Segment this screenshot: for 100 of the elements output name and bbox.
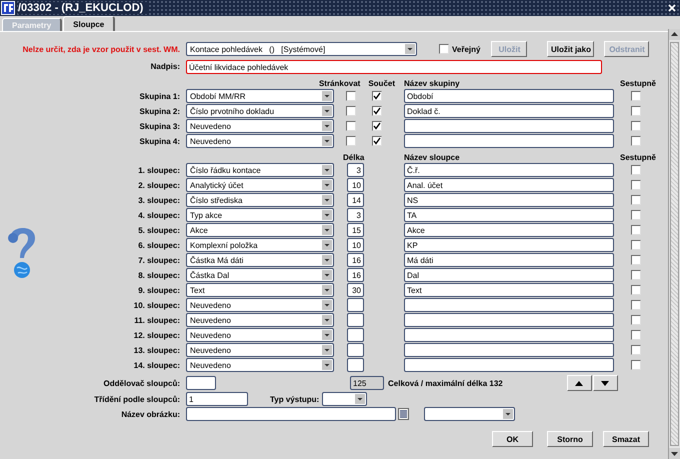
- dropdown[interactable]: Částka Dal: [186, 268, 334, 282]
- checkbox[interactable]: [372, 91, 382, 101]
- text-field[interactable]: Akce: [404, 223, 614, 237]
- checkbox[interactable]: [346, 91, 356, 101]
- field-label: 4. sloupec:: [138, 210, 181, 220]
- text-field[interactable]: Období: [404, 89, 614, 103]
- scroll-up-icon[interactable]: [669, 29, 680, 40]
- text-field[interactable]: TA: [404, 208, 614, 222]
- dropdown[interactable]: Období MM/RR: [186, 89, 334, 103]
- dropdown[interactable]: Neuvedeno: [186, 343, 334, 357]
- text-field[interactable]: KP: [404, 238, 614, 252]
- dropdown[interactable]: [322, 392, 368, 406]
- checkbox[interactable]: [631, 345, 641, 355]
- checkbox[interactable]: [631, 136, 641, 146]
- window-title: /03302 - (RJ_EKUCLOD): [18, 2, 148, 14]
- dropdown[interactable]: Akce: [186, 223, 334, 237]
- checkbox[interactable]: [439, 44, 449, 54]
- dropdown[interactable]: Kontace pohledávek () [Systémové]: [186, 42, 417, 56]
- checkbox[interactable]: [631, 255, 641, 265]
- dropdown[interactable]: Neuvedeno: [186, 134, 334, 148]
- length-field[interactable]: 10: [347, 238, 364, 252]
- dialog-button[interactable]: Smazat: [603, 431, 649, 447]
- dropdown[interactable]: Neuvedeno: [186, 358, 334, 372]
- text-field[interactable]: [404, 313, 614, 327]
- checkbox[interactable]: [631, 165, 641, 175]
- text-field[interactable]: [404, 298, 614, 312]
- checkbox[interactable]: [631, 106, 641, 116]
- dropdown[interactable]: Neuvedeno: [186, 298, 334, 312]
- dropdown[interactable]: Číslo řádku kontace: [186, 163, 334, 177]
- checkbox[interactable]: [631, 180, 641, 190]
- length-field[interactable]: [347, 298, 364, 312]
- checkbox[interactable]: [631, 360, 641, 370]
- checkbox[interactable]: [631, 270, 641, 280]
- length-field[interactable]: [347, 313, 364, 327]
- dropdown[interactable]: Typ akce: [186, 208, 334, 222]
- move-down-button[interactable]: [592, 375, 618, 391]
- dropdown[interactable]: Komplexní položka: [186, 238, 334, 252]
- text-field[interactable]: NS: [404, 193, 614, 207]
- dialog-button[interactable]: OK: [492, 431, 533, 447]
- text-field[interactable]: Anal. účet: [404, 178, 614, 192]
- checkbox[interactable]: [631, 121, 641, 131]
- column-heading: Součet: [368, 79, 395, 88]
- text-field[interactable]: [404, 343, 614, 357]
- length-field[interactable]: 30: [347, 283, 364, 297]
- checkbox[interactable]: [631, 240, 641, 250]
- sort-field[interactable]: 1: [186, 392, 248, 406]
- list-icon[interactable]: [398, 408, 409, 420]
- checkbox[interactable]: [372, 121, 382, 131]
- checkbox[interactable]: [631, 330, 641, 340]
- dropdown[interactable]: Číslo střediska: [186, 193, 334, 207]
- length-field[interactable]: 16: [347, 253, 364, 267]
- checkbox[interactable]: [631, 315, 641, 325]
- separator-field[interactable]: [186, 376, 216, 390]
- dropdown[interactable]: [424, 407, 515, 421]
- text-field[interactable]: [404, 328, 614, 342]
- checkbox[interactable]: [631, 91, 641, 101]
- text-field[interactable]: Č.ř.: [404, 163, 614, 177]
- scrollbar[interactable]: [668, 29, 680, 459]
- tab[interactable]: Sloupce: [63, 16, 116, 31]
- length-field[interactable]: 3: [347, 163, 364, 177]
- checkbox[interactable]: [631, 225, 641, 235]
- dropdown[interactable]: Neuvedeno: [186, 313, 334, 327]
- text-field[interactable]: Text: [404, 283, 614, 297]
- length-field[interactable]: [347, 358, 364, 372]
- dialog-button[interactable]: Storno: [547, 431, 593, 447]
- text-field[interactable]: Doklad č.: [404, 104, 614, 118]
- text-field[interactable]: [404, 134, 614, 148]
- text-field[interactable]: Dal: [404, 268, 614, 282]
- text-field[interactable]: [404, 119, 614, 133]
- checkbox[interactable]: [372, 136, 382, 146]
- template-button[interactable]: Uložit jako: [547, 41, 594, 57]
- length-field[interactable]: 10: [347, 178, 364, 192]
- text-field[interactable]: [404, 358, 614, 372]
- dropdown[interactable]: Analytický účet: [186, 178, 334, 192]
- dropdown[interactable]: Text: [186, 283, 334, 297]
- length-field[interactable]: [347, 328, 364, 342]
- dropdown[interactable]: Číslo prvotního dokladu: [186, 104, 334, 118]
- dropdown[interactable]: Částka Má dáti: [186, 253, 334, 267]
- move-up-button[interactable]: [566, 375, 592, 391]
- checkbox[interactable]: [631, 210, 641, 220]
- checkbox[interactable]: [631, 195, 641, 205]
- length-field[interactable]: 14: [347, 193, 364, 207]
- checkbox[interactable]: [346, 106, 356, 116]
- text-field[interactable]: Má dáti: [404, 253, 614, 267]
- dropdown[interactable]: Neuvedeno: [186, 328, 334, 342]
- length-field[interactable]: 15: [347, 223, 364, 237]
- length-field[interactable]: [347, 343, 364, 357]
- dropdown[interactable]: Neuvedeno: [186, 119, 334, 133]
- caret-icon: [322, 345, 332, 355]
- close-icon[interactable]: [668, 4, 676, 12]
- length-field[interactable]: 3: [347, 208, 364, 222]
- scroll-down-icon[interactable]: [669, 448, 680, 459]
- length-field[interactable]: 16: [347, 268, 364, 282]
- checkbox[interactable]: [631, 300, 641, 310]
- checkbox[interactable]: [346, 121, 356, 131]
- checkbox[interactable]: [631, 285, 641, 295]
- heading-field[interactable]: Účetní likvidace pohledávek: [186, 60, 602, 74]
- image-name-field[interactable]: [186, 407, 396, 421]
- checkbox[interactable]: [346, 136, 356, 146]
- checkbox[interactable]: [372, 106, 382, 116]
